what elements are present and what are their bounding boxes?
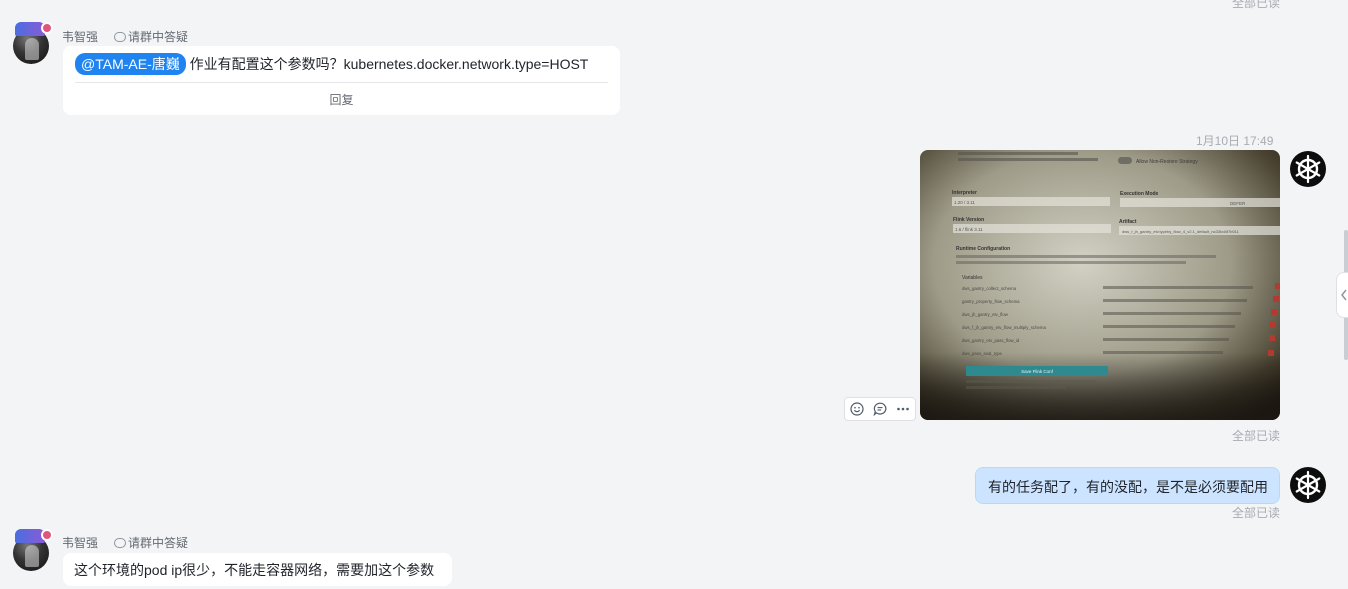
photo-artifact-label: Artifact xyxy=(1119,219,1137,225)
emoji-icon xyxy=(850,402,864,416)
photo-variable-name: dws_jh_gantry_etv_flow xyxy=(962,312,1009,317)
avatar[interactable] xyxy=(1290,151,1326,187)
read-status: 全部已读 xyxy=(1232,506,1281,520)
chat-stage: 全部已读 韦智强 请群中答疑 @TAM-AE-唐巍 作业有配置这个参数吗？kub… xyxy=(0,0,1348,589)
photo-variable-value xyxy=(1103,338,1229,341)
message-text: 有的任务配了，有的没配，是不是必须要配用 xyxy=(988,479,1268,495)
photo-variable-value xyxy=(1103,312,1241,315)
reply-button[interactable]: 回复 xyxy=(75,82,608,108)
mention-tag[interactable]: @TAM-AE-唐巍 xyxy=(75,53,186,75)
screen-photo: Allow Non-Restore Strategy Interpreter 1… xyxy=(920,150,1280,420)
group-tag-label: 请群中答疑 xyxy=(128,536,189,550)
kubernetes-helm-icon xyxy=(1295,470,1321,500)
photo-execution-mode-label: Execution Mode xyxy=(1120,191,1159,197)
photo-variable-name: dws_pass_seal_type xyxy=(962,351,1003,356)
photo-variable-value xyxy=(1103,299,1247,302)
sender-name[interactable]: 韦智强 xyxy=(62,28,98,45)
photo-interpreter-label: Interpreter xyxy=(952,190,977,196)
photo-runtime-config-label: Runtime Configuration xyxy=(956,246,1010,252)
message-text: 作业有配置这个参数吗？kubernetes.docker.network.typ… xyxy=(189,56,589,72)
message-bubble[interactable]: @TAM-AE-唐巍 作业有配置这个参数吗？kubernetes.docker.… xyxy=(63,46,620,115)
photo-variable-value xyxy=(1103,351,1223,354)
reply-icon xyxy=(873,402,887,416)
read-status: 全部已读 xyxy=(1232,429,1281,443)
photo-flink-version-label: Flink Version xyxy=(953,217,984,223)
photo-artifact-value: dws_f_jh_gantry_etv.typeby_flow_4_v2.1_d… xyxy=(1122,229,1240,234)
group-tag: 请群中答疑 xyxy=(114,28,188,45)
side-panel-toggle[interactable] xyxy=(1336,272,1348,318)
avatar[interactable] xyxy=(1290,467,1326,503)
photo-variable-name: dws_gantry_etv_pass_flow_id xyxy=(962,338,1020,343)
group-tag-label: 请群中答疑 xyxy=(128,30,189,44)
chevron-left-icon xyxy=(1341,289,1347,301)
message-bubble[interactable]: 这个环境的pod ip很少，不能走容器网络，需要加这个参数 xyxy=(63,553,452,586)
message-bubble[interactable]: 有的任务配了，有的没配，是不是必须要配用 xyxy=(975,467,1280,504)
more-icon xyxy=(897,407,910,411)
message-action-bar xyxy=(844,397,916,421)
photo-variable-name: dws_gantry_collect_schema xyxy=(962,286,1017,291)
read-status-top: 全部已读 xyxy=(1232,0,1281,10)
photo-flink-version-value: 1.6 / flink 3.11 xyxy=(955,227,983,232)
message-text: 这个环境的pod ip很少，不能走容器网络，需要加这个参数 xyxy=(74,562,435,578)
photo-variable-value xyxy=(1103,325,1235,328)
chat-bubble-icon xyxy=(114,31,126,42)
group-tag: 请群中答疑 xyxy=(114,534,188,551)
reply-thread-button[interactable] xyxy=(870,399,890,419)
photo-execution-mode-value: DEFER xyxy=(1230,201,1246,206)
more-options-button[interactable] xyxy=(893,399,913,419)
avatar[interactable] xyxy=(13,22,53,64)
photo-variable-value xyxy=(1103,286,1253,289)
photo-interpreter-value: 1.20 / 3.11 xyxy=(954,200,975,205)
timestamp: 1月10日 17:49 xyxy=(1196,134,1274,148)
photo-save-button-label: Save Flink Conf xyxy=(1021,369,1054,374)
emoji-reaction-button[interactable] xyxy=(847,399,867,419)
photo-variable-name: dws_f_jh_gantry_etv_flow_multiply_schema xyxy=(962,325,1046,330)
chat-bubble-icon xyxy=(114,537,126,548)
reply-label: 回复 xyxy=(329,93,354,107)
photo-variable-name: gantry_property_flow_schema xyxy=(962,299,1020,304)
image-message[interactable]: Allow Non-Restore Strategy Interpreter 1… xyxy=(920,150,1280,420)
photo-variables-label: Variables xyxy=(962,275,983,281)
sender-name[interactable]: 韦智强 xyxy=(62,534,98,551)
avatar[interactable] xyxy=(13,529,53,571)
kubernetes-helm-icon xyxy=(1295,154,1321,184)
photo-header-note: Allow Non-Restore Strategy xyxy=(1136,159,1198,165)
